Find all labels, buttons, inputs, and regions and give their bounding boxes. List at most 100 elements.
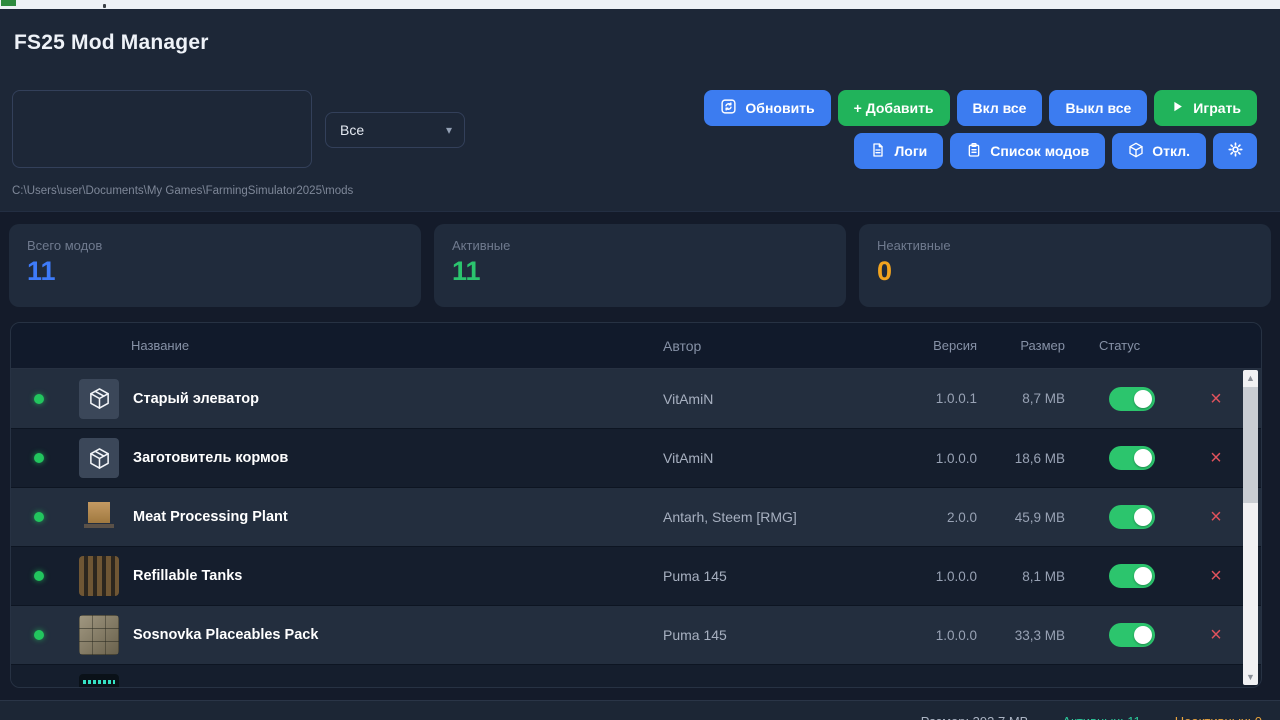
mod-enabled-toggle[interactable] — [1109, 623, 1155, 647]
stat-value: 11 — [27, 256, 421, 287]
table-header-row: Название Автор Версия Размер Статус — [11, 323, 1261, 369]
enable-all-button-label: Вкл все — [973, 100, 1027, 116]
mod-name: Заготовитель кормов — [131, 450, 647, 466]
settings-button[interactable] — [1213, 133, 1257, 169]
chevron-down-icon: ▾ — [446, 123, 452, 137]
mod-thumbnail — [79, 379, 119, 419]
status-dot — [34, 571, 44, 581]
window-titlebar-sliver — [0, 0, 1280, 9]
mod-version: 2.0.0 — [887, 510, 977, 525]
mod-size: 8,7 MB — [977, 391, 1077, 406]
mod-enabled-toggle[interactable] — [1109, 564, 1155, 588]
play-button[interactable]: Играть — [1154, 90, 1257, 126]
header-cell-author: Автор — [647, 338, 887, 354]
mod-thumbnail — [79, 497, 119, 537]
table-scrollbar[interactable]: ▲ ▼ — [1243, 370, 1258, 685]
table-row[interactable]: Meat Processing Plant Antarh, Steem [RMG… — [11, 487, 1261, 546]
toolbar-row-1: Обновить + Добавить Вкл все Выкл все Игр… — [704, 90, 1257, 126]
mod-list-button-label: Список модов — [990, 143, 1089, 159]
status-dot — [34, 453, 44, 463]
window-title-fragment — [103, 4, 106, 8]
mod-name: Sosnovka Placeables Pack — [131, 627, 647, 643]
package-icon — [1128, 142, 1144, 161]
mod-thumbnail — [79, 615, 119, 655]
stat-card: Всего модов 11 — [9, 224, 421, 307]
scrollbar-down-arrow-icon[interactable]: ▼ — [1243, 669, 1258, 685]
table-row[interactable]: Старый элеватор VitAmiN 1.0.0.1 8,7 MB × — [11, 369, 1261, 428]
filter-dropdown[interactable]: Все ▾ — [325, 112, 465, 148]
table-row[interactable]: Refillable Tanks Puma 145 1.0.0.0 8,1 MB… — [11, 546, 1261, 605]
mod-toggle-cell — [1077, 387, 1187, 411]
header-and-controls: FS25 Mod Manager Все ▾ C:\Users\user\Doc… — [0, 9, 1280, 212]
mod-toggle-cell — [1077, 446, 1187, 470]
mod-author: VitAmiN — [647, 391, 887, 407]
disable-mode-button-label: Откл. — [1152, 143, 1190, 159]
stat-label: Неактивные — [877, 238, 1271, 253]
stat-value: 11 — [452, 256, 846, 287]
scrollbar-up-arrow-icon[interactable]: ▲ — [1243, 370, 1258, 386]
enable-all-button[interactable]: Вкл все — [957, 90, 1043, 126]
mod-toggle-cell — [1077, 564, 1187, 588]
mod-list-button[interactable]: Список модов — [950, 133, 1105, 169]
app-favicon — [1, 0, 16, 6]
status-dot — [34, 512, 44, 522]
status-dot — [34, 394, 44, 404]
filter-selected-value: Все — [340, 122, 364, 138]
table-row[interactable]: Заготовитель кормов VitAmiN 1.0.0.0 18,6… — [11, 428, 1261, 487]
app-window: FS25 Mod Manager Все ▾ C:\Users\user\Doc… — [0, 0, 1280, 720]
disable-all-button-label: Выкл все — [1065, 100, 1131, 116]
mod-name: Старый элеватор — [131, 391, 647, 407]
mod-size: 33,3 MB — [977, 628, 1077, 643]
add-mod-button[interactable]: + Добавить — [838, 90, 950, 126]
footer-active-count: Активных: 11 — [1062, 714, 1140, 720]
mod-size: 8,1 MB — [977, 569, 1077, 584]
search-input[interactable] — [12, 90, 312, 168]
disable-all-button[interactable]: Выкл все — [1049, 90, 1147, 126]
mod-enabled-toggle[interactable] — [1109, 505, 1155, 529]
refresh-button-label: Обновить — [745, 100, 814, 116]
delete-mod-button[interactable]: × — [1187, 507, 1245, 527]
mod-thumbnail — [79, 438, 119, 478]
scrollbar-thumb[interactable] — [1243, 387, 1258, 503]
refresh-button[interactable]: Обновить — [704, 90, 830, 126]
mod-enabled-toggle[interactable] — [1109, 387, 1155, 411]
stat-card: Активные 11 — [434, 224, 846, 307]
play-icon — [1170, 99, 1185, 117]
mod-size: 45,9 MB — [977, 510, 1077, 525]
mod-toggle-cell — [1077, 623, 1187, 647]
table-row[interactable]: Sosnovka Placeables Pack Puma 145 1.0.0.… — [11, 605, 1261, 664]
header-cell-version: Версия — [887, 338, 977, 353]
mod-version: 1.0.0.0 — [887, 451, 977, 466]
toolbar-row-2: Логи Список модов Откл. — [854, 133, 1257, 169]
mod-thumbnail — [79, 556, 119, 596]
mod-toggle-cell — [1077, 505, 1187, 529]
mod-version: 1.0.0.1 — [887, 391, 977, 406]
table-row-partial[interactable] — [11, 664, 1261, 688]
delete-mod-button[interactable]: × — [1187, 625, 1245, 645]
table-body: Старый элеватор VitAmiN 1.0.0.1 8,7 MB ×… — [11, 369, 1261, 688]
status-bar: Размер: 393,7 MB Активных: 11 Неактивных… — [0, 700, 1280, 720]
mod-author: Puma 145 — [647, 568, 887, 584]
header-cell-status: Статус — [1077, 338, 1187, 353]
clipboard-list-icon — [966, 142, 982, 161]
mod-author: Puma 145 — [647, 627, 887, 643]
status-dot — [34, 630, 44, 640]
header-cell-name: Название — [131, 338, 647, 353]
stats-cards: Всего модов 11 Активные 11 Неактивные 0 — [0, 224, 1280, 307]
logs-button[interactable]: Логи — [854, 133, 943, 169]
add-mod-button-label: + Добавить — [854, 100, 934, 116]
delete-mod-button[interactable]: × — [1187, 566, 1245, 586]
footer-inactive-count: Неактивных: 0 — [1175, 714, 1262, 720]
document-icon — [870, 142, 886, 161]
mod-name: Meat Processing Plant — [131, 509, 647, 525]
delete-mod-button[interactable]: × — [1187, 389, 1245, 409]
stat-label: Активные — [452, 238, 846, 253]
stat-card: Неактивные 0 — [859, 224, 1271, 307]
disable-mode-button[interactable]: Откл. — [1112, 133, 1206, 169]
mod-name: Refillable Tanks — [131, 568, 647, 584]
delete-mod-button[interactable]: × — [1187, 448, 1245, 468]
mod-version: 1.0.0.0 — [887, 569, 977, 584]
mod-thumbnail — [79, 674, 119, 688]
mod-enabled-toggle[interactable] — [1109, 446, 1155, 470]
mods-table: Название Автор Версия Размер Статус Стар… — [10, 322, 1262, 688]
